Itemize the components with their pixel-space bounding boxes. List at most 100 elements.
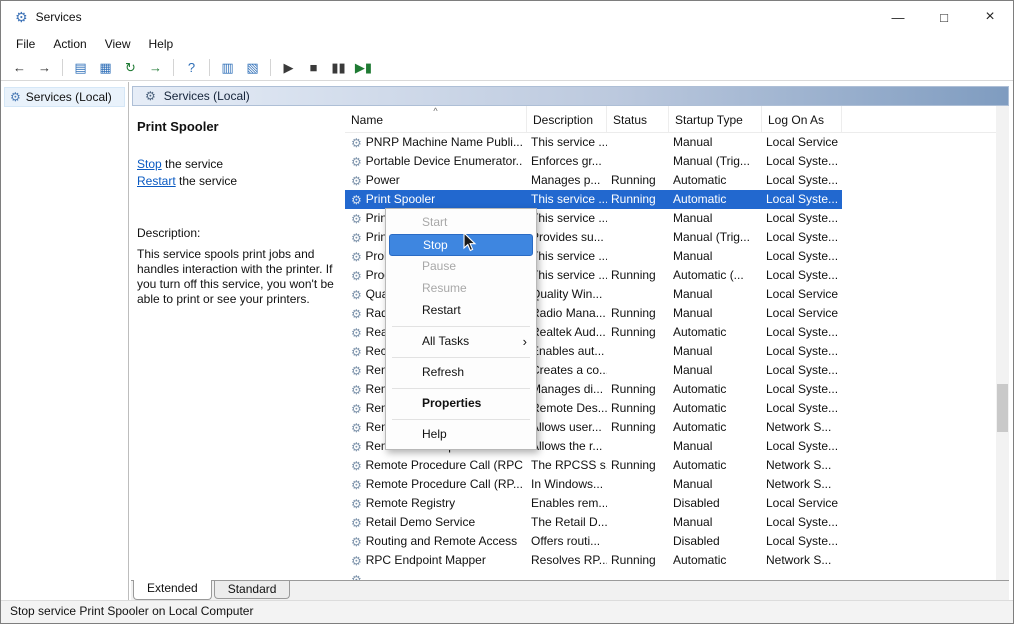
context-menu-item-refresh[interactable]: Refresh xyxy=(386,362,536,384)
context-menu-separator xyxy=(392,357,530,358)
column-header-description[interactable]: Description xyxy=(527,106,607,132)
service-row[interactable]: ⚙PNRP Machine Name Publi...This service … xyxy=(345,133,842,152)
vertical-scrollbar[interactable] xyxy=(996,106,1009,580)
context-menu-separator xyxy=(392,419,530,420)
cell-name: ⚙Portable Device Enumerator... xyxy=(345,152,527,171)
column-header-label: Status xyxy=(613,113,647,127)
stop-service-link[interactable]: Stop xyxy=(137,157,162,171)
cell-name: ⚙PNRP Machine Name Publi... xyxy=(345,133,527,152)
cell-description: Creates a co... xyxy=(527,361,607,380)
cell-description: This service ... xyxy=(527,266,607,285)
cell-log-on-as: Local Syste... xyxy=(762,342,842,361)
context-menu-item-properties[interactable]: Properties xyxy=(386,393,536,415)
tab-standard[interactable]: Standard xyxy=(214,581,291,599)
service-name: Retail Demo Service xyxy=(366,513,475,532)
panel-header-title: Services (Local) xyxy=(164,89,250,103)
service-name: Remote Procedure Call (RPC) xyxy=(366,456,524,475)
cell-log-on-as: Network S... xyxy=(762,456,842,475)
service-row[interactable]: ⚙Remote RegistryEnables rem...DisabledLo… xyxy=(345,494,842,513)
cell-log-on-as: Local Syste... xyxy=(762,266,842,285)
stop-service-icon[interactable]: ■ xyxy=(301,57,326,79)
back-icon[interactable]: ← xyxy=(7,57,32,79)
cell-description: This service ... xyxy=(527,190,607,209)
cell-status xyxy=(607,361,669,380)
service-row[interactable]: ⚙RPC Endpoint MapperResolves RP...Runnin… xyxy=(345,551,842,570)
close-button[interactable]: × xyxy=(967,1,1013,33)
context-menu-item-pause[interactable]: Pause xyxy=(386,256,536,278)
cell-startup-type: Automatic xyxy=(669,171,762,190)
restart-service-link[interactable]: Restart xyxy=(137,174,176,188)
cell-description: The Retail D... xyxy=(527,513,607,532)
service-row[interactable]: ⚙Portable Device Enumerator...Enforces g… xyxy=(345,152,842,171)
cell-description: Allows user... xyxy=(527,418,607,437)
tab-strip: ExtendedStandard xyxy=(131,580,1009,600)
tab-extended[interactable]: Extended xyxy=(133,580,212,600)
forward-icon[interactable]: → xyxy=(32,57,57,79)
maximize-button[interactable]: □ xyxy=(921,1,967,33)
cell-description: Radio Mana... xyxy=(527,304,607,323)
column-header-label: Name xyxy=(351,113,383,127)
show-console-tree-icon[interactable]: ▤ xyxy=(68,57,93,79)
column-header-log-on-as[interactable]: Log On As xyxy=(762,106,842,132)
context-menu-item-all-tasks[interactable]: All Tasks› xyxy=(386,331,536,353)
service-name: Print Spooler xyxy=(366,190,435,209)
context-menu-item-label: Properties xyxy=(422,396,481,410)
cell-description: Enables aut... xyxy=(527,342,607,361)
context-menu-item-label: Resume xyxy=(422,281,467,295)
cell-log-on-as: Local Service xyxy=(762,285,842,304)
cell-status xyxy=(607,570,669,580)
context-menu-item-start[interactable]: Start xyxy=(386,212,536,234)
main-panel: ⚙ Services (Local) Print Spooler Stop th… xyxy=(131,82,1009,600)
column-header-name[interactable]: ^Name xyxy=(345,106,527,132)
context-menu-item-label: Pause xyxy=(422,259,456,273)
help-icon[interactable]: ? xyxy=(179,57,204,79)
cell-log-on-as: Local Service xyxy=(762,304,842,323)
service-row[interactable]: ⚙Routing and Remote AccessOffers routi..… xyxy=(345,532,842,551)
service-name: Portable Device Enumerator... xyxy=(366,152,523,171)
start-service-icon[interactable]: ▶ xyxy=(276,57,301,79)
status-bar: Stop service Print Spooler on Local Comp… xyxy=(1,600,1013,623)
tree-item-services-local[interactable]: ⚙ Services (Local) xyxy=(4,87,125,107)
menu-file[interactable]: File xyxy=(7,34,44,54)
minimize-button[interactable]: — xyxy=(875,1,921,33)
restart-service-suffix: the service xyxy=(176,174,237,188)
standard-view-icon[interactable]: ▧ xyxy=(240,57,265,79)
extended-view-icon[interactable]: ▥ xyxy=(215,57,240,79)
cell-status xyxy=(607,133,669,152)
cell-description: This service ... xyxy=(527,209,607,228)
menu-view[interactable]: View xyxy=(96,34,140,54)
cell-startup-type: Manual xyxy=(669,285,762,304)
column-header-status[interactable]: Status xyxy=(607,106,669,132)
service-row[interactable]: ⚙Remote Procedure Call (RP...In Windows.… xyxy=(345,475,842,494)
menu-action[interactable]: Action xyxy=(44,34,95,54)
context-menu-item-stop[interactable]: Stop xyxy=(389,234,533,256)
refresh-icon[interactable]: ↻ xyxy=(118,57,143,79)
scrollbar-thumb[interactable] xyxy=(997,384,1008,432)
properties-icon[interactable]: ▦ xyxy=(93,57,118,79)
cell-status: Running xyxy=(607,190,669,209)
context-menu-item-restart[interactable]: Restart xyxy=(386,300,536,322)
cell-name: ⚙Routing and Remote Access xyxy=(345,532,527,551)
cell-log-on-as: Local Syste... xyxy=(762,152,842,171)
context-menu-item-help[interactable]: Help xyxy=(386,424,536,446)
cell-log-on-as: Local Syste... xyxy=(762,361,842,380)
cell-description: Remote Des... xyxy=(527,399,607,418)
restart-service-icon[interactable]: ▶▮ xyxy=(351,57,376,79)
stop-service-suffix: the service xyxy=(162,157,223,171)
context-menu-item-resume[interactable]: Resume xyxy=(386,278,536,300)
service-row[interactable]: ⚙Retail Demo ServiceThe Retail D...Manua… xyxy=(345,513,842,532)
cell-description: This service ... xyxy=(527,247,607,266)
service-gear-icon: ⚙ xyxy=(351,213,362,225)
service-gear-icon: ⚙ xyxy=(351,346,361,358)
status-text: Stop service Print Spooler on Local Comp… xyxy=(10,604,253,618)
export-list-icon[interactable]: → xyxy=(143,57,168,79)
pause-service-icon[interactable]: ▮▮ xyxy=(326,57,351,79)
cell-startup-type: Automatic xyxy=(669,418,762,437)
service-row[interactable]: ⚙Print SpoolerThis service ...RunningAut… xyxy=(345,190,842,209)
menu-help[interactable]: Help xyxy=(140,34,183,54)
column-header-startup-type[interactable]: Startup Type xyxy=(669,106,762,132)
service-row[interactable]: ⚙ xyxy=(345,570,842,580)
service-row[interactable]: ⚙PowerManages p...RunningAutomaticLocal … xyxy=(345,171,842,190)
cell-status xyxy=(607,209,669,228)
service-row[interactable]: ⚙Remote Procedure Call (RPC)The RPCSS s.… xyxy=(345,456,842,475)
